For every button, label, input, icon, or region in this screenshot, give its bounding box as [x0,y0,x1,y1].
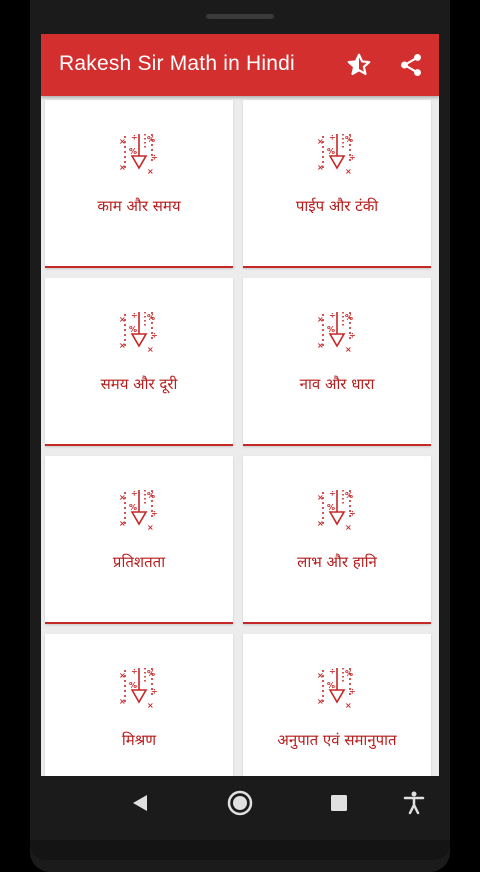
svg-text:×: × [119,697,126,706]
math-symbols-icon: ×%% × ÷ × ÷ [315,664,359,710]
topic-card-label: प्रतिशतता [112,553,166,571]
svg-text:×: × [147,701,154,710]
svg-text:×: × [317,137,324,146]
svg-text:×: × [317,163,324,172]
svg-text:%: % [327,147,335,156]
svg-text:×: × [345,523,352,532]
topic-card-label: अनुपात एवं समानुपात [277,731,397,749]
topic-card-label: काम और समय [97,197,181,215]
svg-text:%: % [345,135,353,144]
svg-text:×: × [119,341,126,350]
svg-text:%: % [147,491,155,500]
topic-grid: ×%% × ÷ × ÷ काम और समय ×%% × ÷ × ÷ पाईप और टंकी ×%% ×… [45,100,437,776]
topic-card-label: पाईप और टंकी [295,197,379,215]
svg-text:÷: ÷ [349,687,356,696]
topic-card-label: लाभ और हानि [297,553,377,571]
svg-text:×: × [147,523,154,532]
svg-text:%: % [345,313,353,322]
svg-text:%: % [327,503,335,512]
svg-text:%: % [129,681,137,690]
svg-text:%: % [129,147,137,156]
svg-text:×: × [345,345,352,354]
phone-chin [30,840,450,860]
svg-text:×: × [119,315,126,324]
system-nav-bar [41,776,439,830]
svg-text:×: × [119,137,126,146]
svg-text:%: % [147,135,155,144]
svg-text:÷: ÷ [131,311,138,320]
topic-card[interactable]: ×%% × ÷ × ÷ मिश्रण [45,634,233,776]
home-circle-icon[interactable] [225,788,255,818]
svg-text:×: × [119,519,126,528]
back-triangle-icon[interactable] [125,788,155,818]
svg-text:×: × [317,519,324,528]
topic-card-label: मिश्रण [121,731,157,749]
app-screen: Rakesh Sir Math in Hindi ×%% × ÷ × ÷ काम और स… [41,34,439,776]
svg-text:÷: ÷ [131,133,138,142]
app-bar: Rakesh Sir Math in Hindi [41,34,439,96]
star-half-icon[interactable] [346,52,372,78]
topic-card[interactable]: ×%% × ÷ × ÷ समय और दूरी [45,278,233,446]
svg-text:÷: ÷ [349,509,356,518]
svg-text:%: % [147,313,155,322]
share-icon[interactable] [398,52,424,78]
svg-text:÷: ÷ [329,667,336,676]
svg-text:÷: ÷ [349,331,356,340]
svg-text:%: % [345,491,353,500]
recents-square-icon[interactable] [324,788,354,818]
svg-text:×: × [147,167,154,176]
svg-text:×: × [317,671,324,680]
svg-text:×: × [119,163,126,172]
topic-card[interactable]: ×%% × ÷ × ÷ प्रतिशतता [45,456,233,624]
phone-speaker [206,14,274,19]
svg-text:÷: ÷ [151,509,158,518]
svg-text:×: × [317,315,324,324]
math-symbols-icon: ×%% × ÷ × ÷ [117,664,161,710]
svg-text:÷: ÷ [151,153,158,162]
svg-text:÷: ÷ [349,153,356,162]
topic-card-label: नाव और धारा [299,375,375,393]
svg-text:÷: ÷ [131,667,138,676]
svg-text:%: % [345,669,353,678]
svg-text:%: % [129,325,137,334]
math-symbols-icon: ×%% × ÷ × ÷ [315,308,359,354]
math-symbols-icon: ×%% × ÷ × ÷ [315,486,359,532]
accessibility-icon[interactable] [399,788,429,818]
svg-text:%: % [147,669,155,678]
math-symbols-icon: ×%% × ÷ × ÷ [315,130,359,176]
svg-text:÷: ÷ [329,489,336,498]
svg-text:×: × [345,701,352,710]
svg-text:×: × [147,345,154,354]
svg-text:×: × [317,697,324,706]
svg-text:÷: ÷ [329,133,336,142]
topic-card[interactable]: ×%% × ÷ × ÷ पाईप और टंकी [243,100,431,268]
topic-card-label: समय और दूरी [100,375,178,393]
svg-text:×: × [345,167,352,176]
svg-text:÷: ÷ [151,687,158,696]
topic-card[interactable]: ×%% × ÷ × ÷ काम और समय [45,100,233,268]
svg-text:÷: ÷ [131,489,138,498]
svg-text:×: × [317,341,324,350]
svg-text:×: × [119,493,126,502]
svg-text:%: % [129,503,137,512]
svg-text:÷: ÷ [151,331,158,340]
svg-text:%: % [327,325,335,334]
svg-text:÷: ÷ [329,311,336,320]
math-symbols-icon: ×%% × ÷ × ÷ [117,486,161,532]
svg-text:×: × [119,671,126,680]
math-symbols-icon: ×%% × ÷ × ÷ [117,308,161,354]
topic-card[interactable]: ×%% × ÷ × ÷ अनुपात एवं समानुपात [243,634,431,776]
svg-text:×: × [317,493,324,502]
math-symbols-icon: ×%% × ÷ × ÷ [117,130,161,176]
topic-card[interactable]: ×%% × ÷ × ÷ लाभ और हानि [243,456,431,624]
topic-card[interactable]: ×%% × ÷ × ÷ नाव और धारा [243,278,431,446]
svg-text:%: % [327,681,335,690]
app-title: Rakesh Sir Math in Hindi [59,52,295,75]
